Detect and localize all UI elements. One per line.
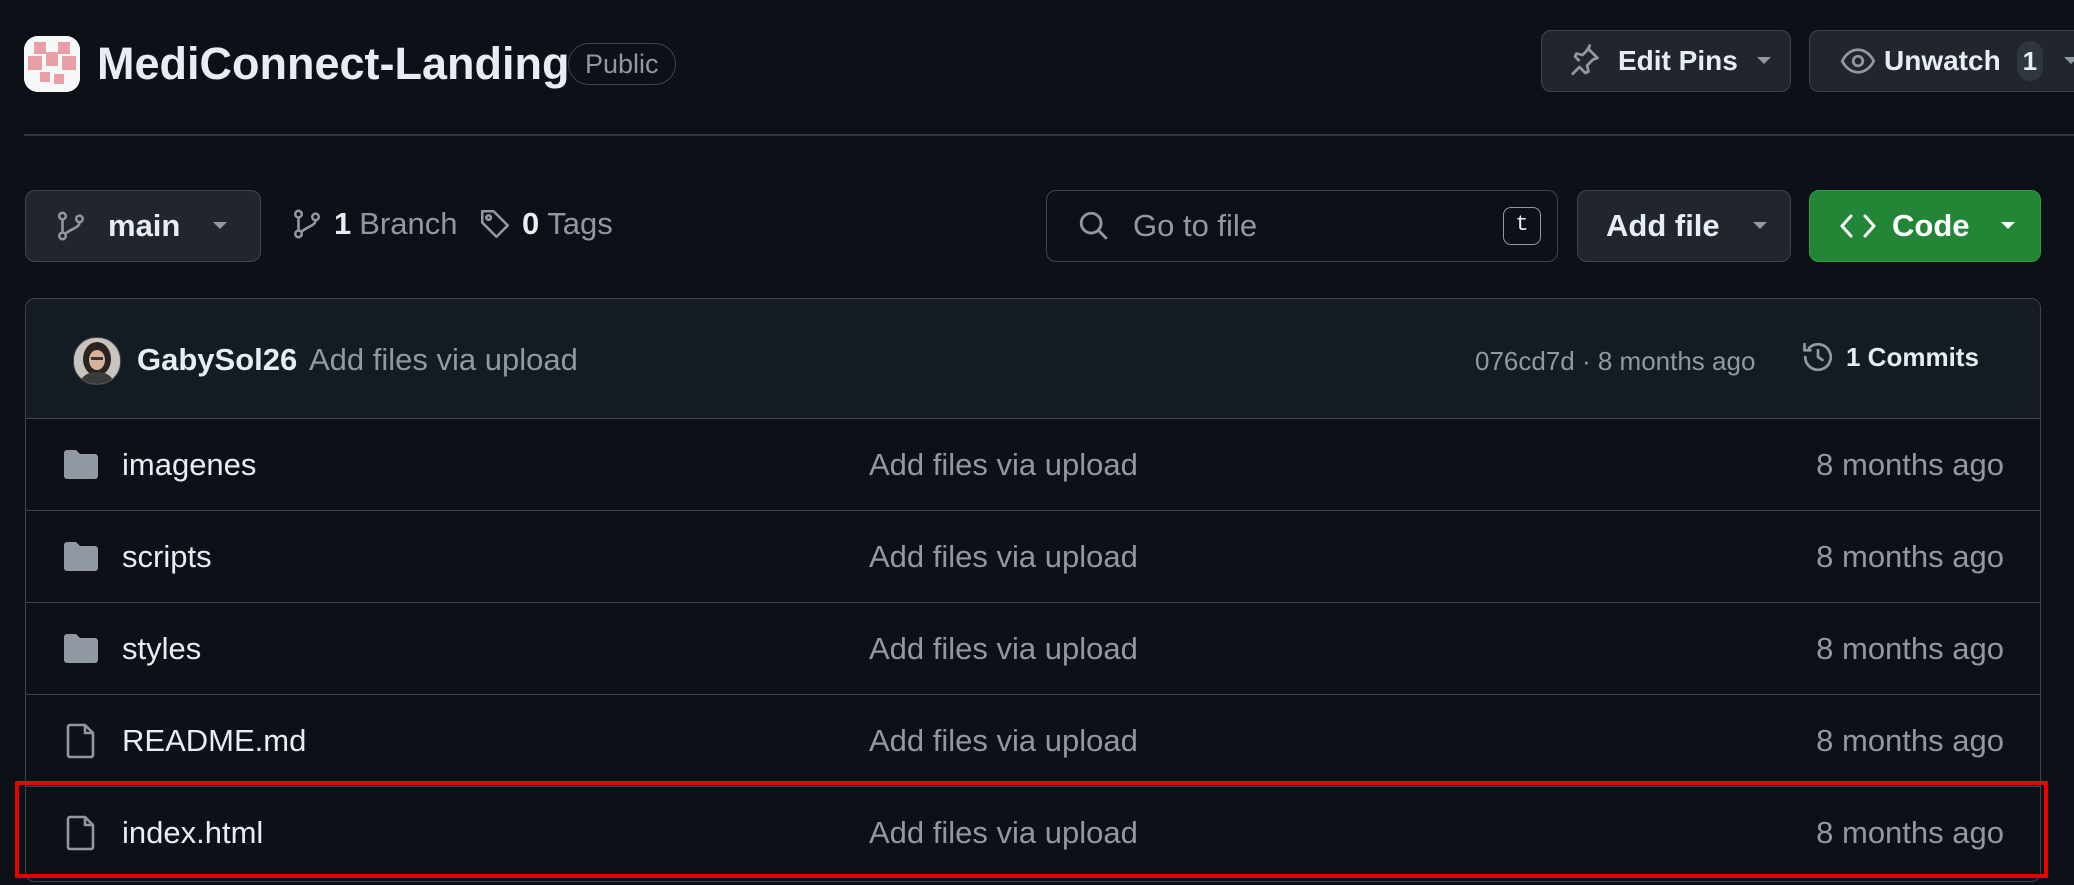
file-name[interactable]: imagenes (122, 447, 256, 483)
branch-selector[interactable]: main (25, 190, 261, 262)
tags-link[interactable]: 0 Tags (478, 206, 613, 242)
commit-author[interactable]: GabySol26 (137, 342, 297, 378)
code-button[interactable]: Code (1809, 190, 2041, 262)
file-commit-message[interactable]: Add files via upload (869, 539, 1138, 575)
header-divider (24, 134, 2074, 136)
file-commit-message[interactable]: Add files via upload (869, 815, 1138, 851)
history-icon (1800, 339, 1836, 375)
file-age: 8 months ago (1816, 447, 2004, 482)
chevron-down-icon (2000, 221, 2016, 231)
file-commit-message[interactable]: Add files via upload (869, 723, 1138, 759)
repo-name[interactable]: MediConnect-Landing (97, 38, 569, 90)
tag-count: 0 (522, 206, 540, 241)
table-row[interactable]: scripts Add files via upload 8 months ag… (26, 511, 2040, 603)
tag-icon (478, 207, 512, 241)
branches-link[interactable]: 1 Branch (290, 206, 457, 242)
pin-icon (1566, 43, 1602, 79)
tag-count-label: Tags (547, 206, 613, 241)
commits-count-label: 1 Commits (1846, 341, 1979, 372)
file-commit-message[interactable]: Add files via upload (869, 631, 1138, 667)
commits-history-link[interactable]: 1 Commits (1800, 339, 1979, 375)
branch-name: main (108, 208, 181, 243)
folder-icon (62, 538, 100, 574)
search-input[interactable] (1131, 207, 1495, 245)
shortcut-hint: t (1503, 207, 1541, 245)
file-table: GabySol26 Add files via upload 076cd7d ·… (25, 298, 2041, 882)
table-row[interactable]: imagenes Add files via upload 8 months a… (26, 419, 2040, 511)
code-label: Code (1892, 208, 1970, 243)
eye-icon (1840, 43, 1876, 79)
file-name[interactable]: index.html (122, 815, 263, 851)
latest-commit-bar: GabySol26 Add files via upload 076cd7d ·… (26, 299, 2040, 419)
table-row[interactable]: README.md Add files via upload 8 months … (26, 695, 2040, 787)
unwatch-label: Unwatch (1884, 45, 2001, 76)
file-name[interactable]: README.md (122, 723, 306, 759)
edit-pins-label: Edit Pins (1618, 45, 1738, 76)
commit-message[interactable]: Add files via upload (309, 342, 578, 378)
folder-icon (62, 630, 100, 666)
branch-count: 1 (334, 206, 352, 241)
chevron-down-icon (212, 221, 228, 231)
search-icon (1077, 209, 1111, 243)
chevron-down-icon (1752, 221, 1768, 231)
folder-icon (62, 446, 100, 482)
add-file-button[interactable]: Add file (1577, 190, 1791, 262)
unwatch-button[interactable]: Unwatch 1 (1809, 30, 2074, 92)
edit-pins-button[interactable]: Edit Pins (1541, 30, 1791, 92)
repo-avatar (24, 36, 80, 92)
chevron-down-icon (1756, 56, 1772, 66)
file-age: 8 months ago (1816, 723, 2004, 758)
git-branch-icon (290, 207, 324, 241)
visibility-badge: Public (568, 43, 676, 85)
file-commit-message[interactable]: Add files via upload (869, 447, 1138, 483)
go-to-file-search[interactable]: t (1046, 190, 1558, 262)
add-file-label: Add file (1606, 208, 1720, 243)
branch-count-label: Branch (359, 206, 458, 241)
code-icon (1840, 212, 1876, 240)
file-icon (62, 814, 100, 852)
avatar[interactable] (73, 337, 121, 385)
table-row[interactable]: styles Add files via upload 8 months ago (26, 603, 2040, 695)
file-age: 8 months ago (1816, 631, 2004, 666)
commit-hash-time[interactable]: 076cd7d · 8 months ago (1475, 346, 1755, 377)
file-age: 8 months ago (1816, 539, 2004, 574)
file-name[interactable]: styles (122, 631, 201, 667)
chevron-down-icon (2063, 56, 2074, 66)
git-branch-icon (54, 209, 88, 243)
table-row[interactable]: index.html Add files via upload 8 months… (26, 787, 2040, 879)
file-age: 8 months ago (1816, 815, 2004, 850)
file-icon (62, 722, 100, 760)
file-name[interactable]: scripts (122, 539, 212, 575)
watchers-count: 1 (2016, 41, 2043, 81)
